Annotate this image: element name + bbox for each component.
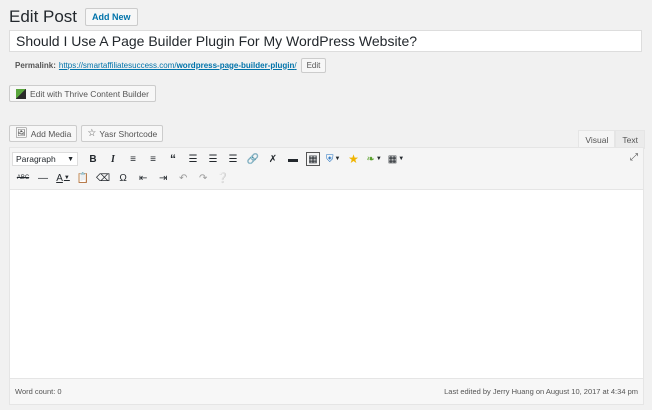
add-media-button[interactable]: 🖼 Add Media xyxy=(9,125,78,142)
editor-toolbar: Paragraph ▼ B I ≡ ≡ “ ☰ ☰ ☰ 🔗 ✗ ▬ ▦ ⛨ ▼ ★… xyxy=(10,148,643,190)
star-icon[interactable]: ★ xyxy=(346,151,360,167)
grid-icon[interactable]: ▦ ▼ xyxy=(388,151,404,167)
help-icon[interactable]: ❔ xyxy=(216,170,230,186)
yasr-shortcode-button[interactable]: ☆ Yasr Shortcode xyxy=(81,125,164,142)
editor: Paragraph ▼ B I ≡ ≡ “ ☰ ☰ ☰ 🔗 ✗ ▬ ▦ ⛨ ▼ ★… xyxy=(9,147,644,405)
paste-as-text-icon[interactable]: 📋 xyxy=(76,170,90,186)
redo-icon[interactable]: ↷ xyxy=(196,170,210,186)
thrive-content-builder-button[interactable]: Edit with Thrive Content Builder xyxy=(9,85,156,102)
media-buttons: 🖼 Add Media ☆ Yasr Shortcode xyxy=(9,125,164,142)
leaf-icon[interactable]: ❧ ▼ xyxy=(366,151,381,167)
outdent-icon[interactable]: ⇤ xyxy=(136,170,150,186)
add-new-button[interactable]: Add New xyxy=(85,8,138,26)
format-select[interactable]: Paragraph ▼ xyxy=(12,152,78,166)
permalink-label: Permalink: xyxy=(15,60,56,70)
text-color-caret-icon: ▼ xyxy=(63,175,70,181)
permalink-row: Permalink: https://smartaffiliatesuccess… xyxy=(15,57,327,73)
shield-icon[interactable]: ⛨ ▼ xyxy=(326,151,340,167)
undo-icon[interactable]: ↶ xyxy=(176,170,190,186)
blockquote-icon[interactable]: “ xyxy=(166,151,180,167)
editor-content-area[interactable] xyxy=(10,190,643,377)
numbered-list-icon[interactable]: ≡ xyxy=(146,151,160,167)
toolbar-row-1: Paragraph ▼ B I ≡ ≡ “ ☰ ☰ ☰ 🔗 ✗ ▬ ▦ ⛨ ▼ ★… xyxy=(12,150,410,168)
format-select-value: Paragraph xyxy=(16,154,56,164)
special-character-icon[interactable]: Ω xyxy=(116,170,130,186)
shield-caret-icon: ▼ xyxy=(334,156,341,162)
indent-icon[interactable]: ⇥ xyxy=(156,170,170,186)
word-count: Word count: 0 xyxy=(15,387,62,396)
permalink-link[interactable]: https://smartaffiliatesuccess.com/wordpr… xyxy=(59,61,297,70)
toolbar-toggle-icon[interactable]: ▦ xyxy=(306,152,320,166)
add-media-label: Add Media xyxy=(30,128,72,139)
toolbar-row-2: ABC — A ▼ 📋 ⌫ Ω ⇤ ⇥ ↶ ↷ ❔ xyxy=(12,169,236,187)
grid-caret-icon: ▼ xyxy=(398,156,405,162)
fullscreen-icon[interactable]: ⤢ xyxy=(630,152,638,163)
bulleted-list-icon[interactable]: ≡ xyxy=(126,151,140,167)
remove-link-icon[interactable]: ✗ xyxy=(266,151,280,167)
italic-icon[interactable]: I xyxy=(106,151,120,167)
permalink-url-prefix: https://smartaffiliatesuccess.com/ xyxy=(58,60,177,70)
align-center-icon[interactable]: ☰ xyxy=(206,151,220,167)
read-more-icon[interactable]: ▬ xyxy=(286,151,300,167)
bold-icon[interactable]: B xyxy=(86,151,100,167)
star-outline-icon: ☆ xyxy=(87,128,97,139)
page-title: Edit Post xyxy=(9,7,78,26)
horizontal-line-icon[interactable]: — xyxy=(36,170,50,186)
align-right-icon[interactable]: ☰ xyxy=(226,151,240,167)
align-left-icon[interactable]: ☰ xyxy=(186,151,200,167)
permalink-url-suffix: / xyxy=(294,60,297,70)
page-header: Edit Post Add New xyxy=(9,6,138,28)
permalink-edit-button[interactable]: Edit xyxy=(300,57,327,73)
strikethrough-icon[interactable]: ABC xyxy=(16,170,30,186)
yasr-shortcode-label: Yasr Shortcode xyxy=(99,128,158,139)
editor-status-bar: Word count: 0 Last edited by Jerry Huang… xyxy=(10,378,643,404)
text-color-icon[interactable]: A ▼ xyxy=(56,170,70,186)
thrive-logo-icon xyxy=(16,88,26,99)
post-title-input[interactable]: Should I Use A Page Builder Plugin For M… xyxy=(9,30,642,52)
insert-link-icon[interactable]: 🔗 xyxy=(246,151,260,167)
chevron-down-icon: ▼ xyxy=(67,155,74,163)
permalink-slug: wordpress-page-builder-plugin xyxy=(176,60,295,70)
leaf-caret-icon: ▼ xyxy=(375,156,382,162)
clear-formatting-icon[interactable]: ⌫ xyxy=(96,170,110,186)
media-icon: 🖼 xyxy=(15,128,28,139)
last-edited: Last edited by Jerry Huang on August 10,… xyxy=(444,387,638,396)
thrive-button-label: Edit with Thrive Content Builder xyxy=(30,88,149,99)
